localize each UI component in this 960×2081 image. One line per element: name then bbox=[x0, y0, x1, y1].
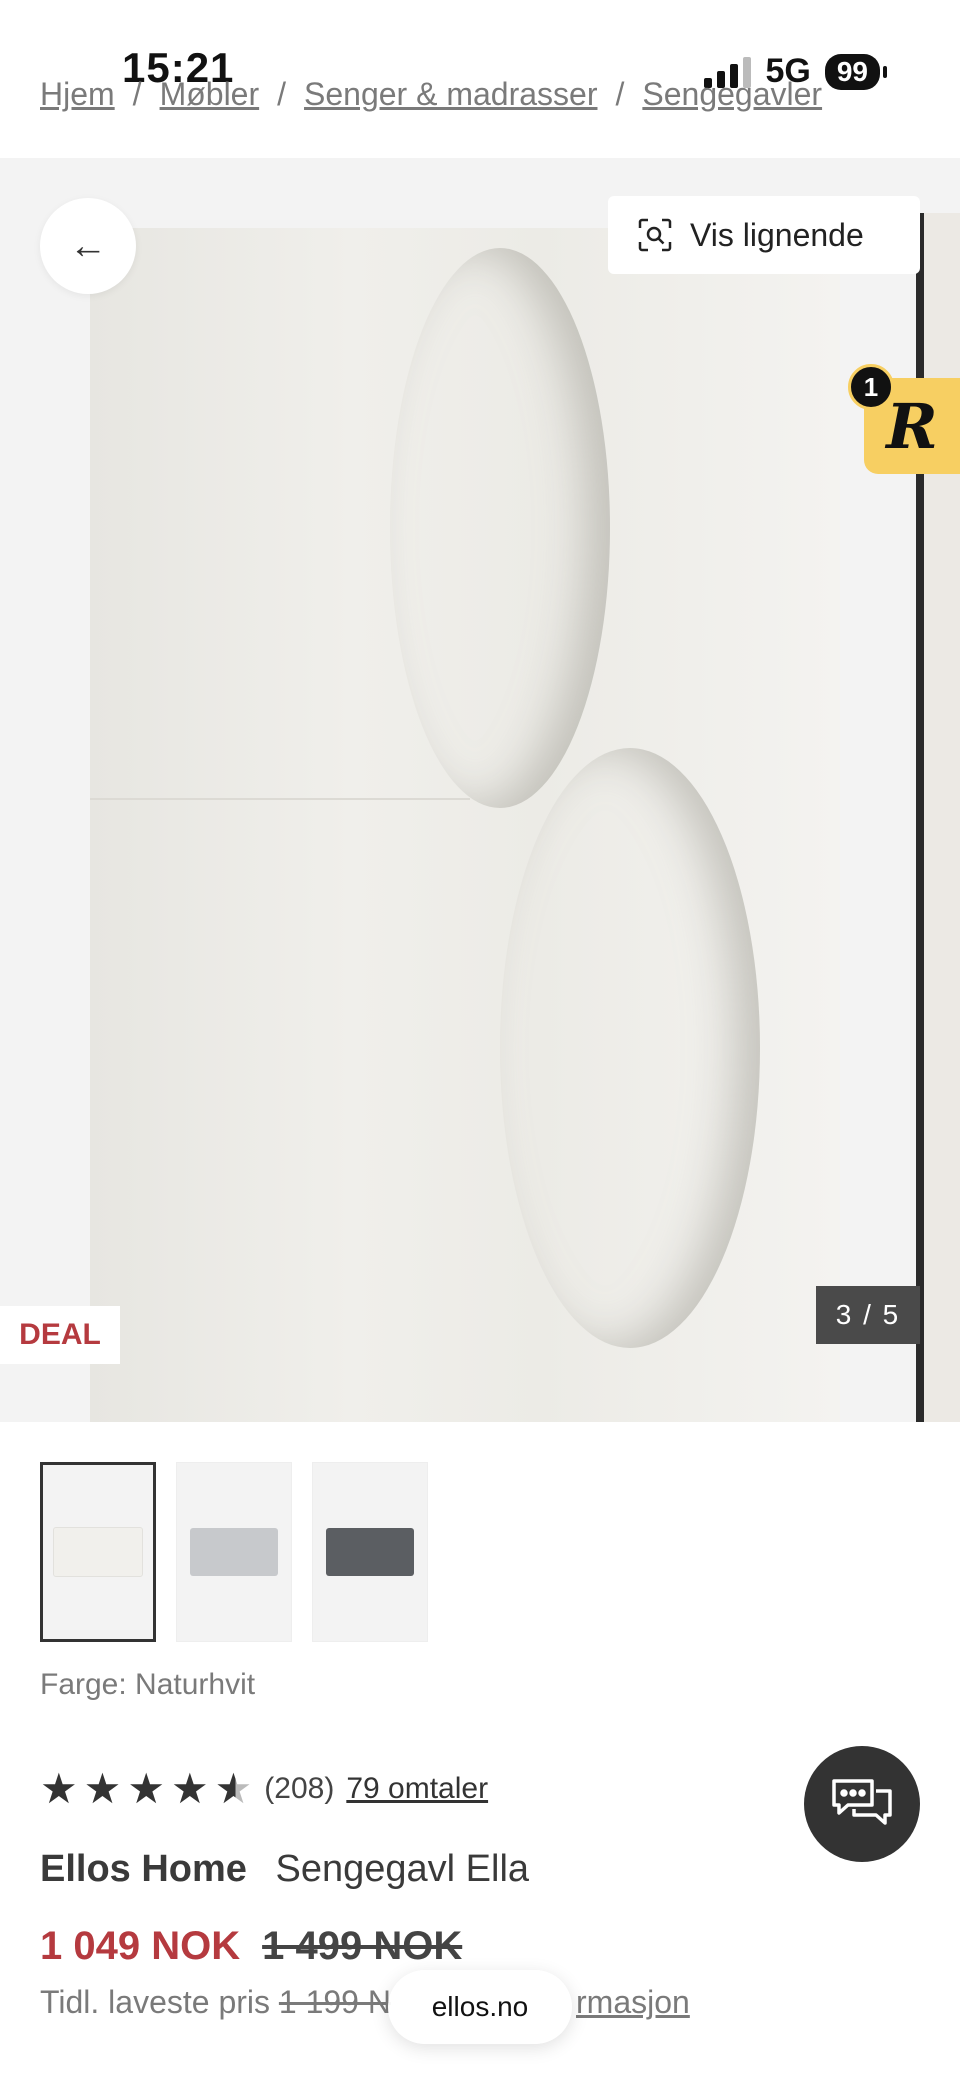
image-counter: 3 / 5 bbox=[816, 1286, 920, 1344]
thumbnail-list bbox=[40, 1462, 428, 1642]
thumbnail-image bbox=[190, 1528, 278, 1576]
breadcrumb-separator: / bbox=[277, 76, 287, 112]
headboard-tuft bbox=[500, 748, 760, 1348]
back-button[interactable]: ← bbox=[40, 198, 136, 294]
star-rating: ★ ★ ★ ★ ★ bbox=[40, 1768, 252, 1810]
original-price: 1 499 NOK bbox=[262, 1924, 463, 1968]
arrow-left-icon: ← bbox=[69, 224, 107, 267]
breadcrumb-furniture[interactable]: Møbler bbox=[160, 76, 260, 113]
battery-icon: 99 bbox=[824, 53, 888, 90]
current-price: 1 049 NOK bbox=[40, 1924, 241, 1968]
price-info-link[interactable]: rmasjon bbox=[576, 1984, 690, 2021]
rewards-letter: R bbox=[886, 389, 938, 463]
thumbnail-dark-grey[interactable] bbox=[312, 1462, 428, 1642]
thumbnail-image bbox=[53, 1527, 143, 1577]
headboard-seam bbox=[90, 798, 470, 800]
browser-url: ellos.no bbox=[431, 1991, 529, 2022]
breadcrumb-separator: / bbox=[615, 76, 625, 112]
price-row: 1 049 NOK 1 499 NOK bbox=[40, 1924, 462, 1969]
chat-button[interactable] bbox=[804, 1746, 920, 1862]
previous-lowest-value: 1 199 N bbox=[278, 1984, 391, 2020]
visual-search-icon bbox=[638, 218, 672, 252]
star-icon: ★ bbox=[40, 1765, 78, 1812]
chat-icon bbox=[832, 1779, 892, 1825]
rewards-count-badge: 1 bbox=[848, 364, 894, 410]
breadcrumb: Hjem / Møbler / Senger & madrasser / Sen… bbox=[40, 76, 822, 113]
thumbnail-natural-white[interactable] bbox=[40, 1462, 156, 1642]
half-star-icon: ★ bbox=[214, 1765, 253, 1812]
product-title: Ellos Home Sengegavl Ella bbox=[40, 1848, 529, 1891]
headboard-tuft bbox=[390, 248, 610, 808]
browser-url-bar[interactable]: ellos.no bbox=[388, 1970, 572, 2044]
show-similar-button[interactable]: Vis lignende bbox=[608, 196, 920, 274]
product-image-gallery[interactable]: ← Vis lignende R 1 DEAL 3 / 5 bbox=[0, 158, 960, 1422]
breadcrumb-home[interactable]: Hjem bbox=[40, 76, 115, 113]
previous-lowest-label: Tidl. laveste pris bbox=[40, 1984, 270, 2020]
thumbnail-image bbox=[326, 1528, 414, 1576]
deal-badge: DEAL bbox=[0, 1306, 120, 1364]
rating-row: ★ ★ ★ ★ ★ (208) 79 omtaler bbox=[40, 1768, 488, 1810]
reviews-link[interactable]: 79 omtaler bbox=[346, 1772, 488, 1806]
previous-lowest-price: Tidl. laveste pris 1 199 N bbox=[40, 1984, 391, 2021]
thumbnail-light-grey[interactable] bbox=[176, 1462, 292, 1642]
star-icon: ★ bbox=[127, 1765, 165, 1812]
show-similar-label: Vis lignende bbox=[690, 216, 864, 253]
breadcrumb-separator: / bbox=[132, 76, 142, 112]
breadcrumb-headboards[interactable]: Sengegavler bbox=[642, 76, 822, 113]
star-icon: ★ bbox=[83, 1765, 122, 1812]
product-image bbox=[90, 228, 840, 1422]
rating-count: (208) bbox=[264, 1772, 335, 1805]
product-name: Sengegavl Ella bbox=[275, 1848, 530, 1890]
product-brand: Ellos Home bbox=[40, 1848, 247, 1890]
star-icon: ★ bbox=[170, 1765, 209, 1812]
color-label: Farge: Naturhvit bbox=[40, 1668, 256, 1701]
breadcrumb-beds-mattresses[interactable]: Senger & madrasser bbox=[304, 76, 597, 113]
